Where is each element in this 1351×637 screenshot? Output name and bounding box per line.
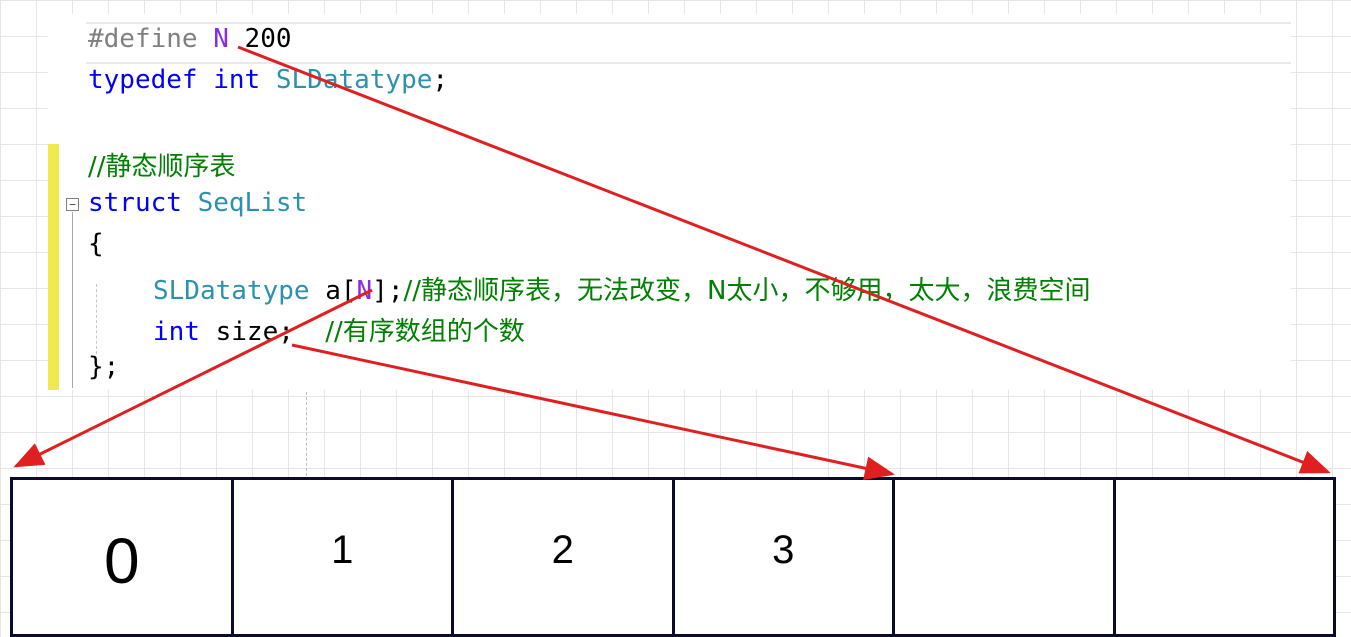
field-size-type: int bbox=[153, 317, 200, 347]
field-a-type: SLDatatype bbox=[153, 276, 310, 306]
field-a-name: a bbox=[309, 276, 341, 306]
typedef-semicolon: ; bbox=[432, 65, 449, 95]
array-cell bbox=[1112, 477, 1336, 637]
typedef-type: int bbox=[213, 65, 261, 95]
field-size-comment: //有序数组的个数 bbox=[325, 317, 525, 347]
struct-keyword: struct bbox=[88, 188, 182, 218]
array-cell: 0 bbox=[10, 477, 231, 637]
define-keyword: #define bbox=[88, 24, 198, 54]
define-value: 200 bbox=[228, 24, 292, 54]
array-cell-value: 0 bbox=[103, 525, 140, 597]
indent-guide bbox=[96, 284, 97, 354]
code-line-field-a: SLDatatype a[N];//静态顺序表，无法改变，N太小，不够用，太大，… bbox=[153, 270, 1090, 307]
define-macro: N bbox=[213, 24, 229, 54]
change-marker-bar bbox=[48, 144, 59, 390]
code-editor: − #define N 200 typedef int SLDatatype; … bbox=[48, 14, 1291, 390]
array-diagram: 0 1 2 3 bbox=[10, 477, 1336, 637]
field-a-comment: //静态顺序表，无法改变，N太小，不够用，太大，浪费空间 bbox=[403, 276, 1091, 306]
array-cell-value: 3 bbox=[772, 528, 795, 572]
comment-title: //静态顺序表 bbox=[88, 152, 236, 182]
close-brace: }; bbox=[88, 352, 120, 382]
field-a-macro: N bbox=[356, 276, 373, 306]
array-cell-value: 2 bbox=[551, 528, 574, 572]
code-line-define: #define N 200 bbox=[88, 24, 292, 54]
code-line-field-size: int size; //有序数组的个数 bbox=[153, 311, 525, 348]
open-brace: { bbox=[88, 229, 104, 259]
field-a-bracket-close: ]; bbox=[372, 276, 404, 306]
collapse-toggle-icon[interactable]: − bbox=[66, 198, 79, 211]
array-cell bbox=[892, 477, 1113, 637]
typedef-name: SLDatatype bbox=[275, 65, 433, 95]
array-cell: 1 bbox=[230, 477, 451, 637]
field-a-bracket-open: [ bbox=[340, 276, 357, 306]
field-size-name: size; bbox=[199, 317, 326, 347]
code-line-struct: struct SeqList bbox=[88, 188, 307, 218]
typedef-keyword: typedef bbox=[88, 65, 198, 95]
code-line-comment-title: //静态顺序表 bbox=[88, 146, 236, 183]
code-line-typedef: typedef int SLDatatype; bbox=[88, 65, 448, 95]
code-line-open-brace: { bbox=[88, 229, 104, 259]
array-cell: 2 bbox=[451, 477, 672, 637]
fold-guide bbox=[72, 212, 73, 388]
array-cell-value: 1 bbox=[331, 528, 354, 572]
vertical-guide bbox=[306, 392, 307, 476]
struct-name: SeqList bbox=[197, 188, 308, 218]
array-cell: 3 bbox=[671, 477, 892, 637]
code-line-close-brace: }; bbox=[88, 352, 119, 382]
